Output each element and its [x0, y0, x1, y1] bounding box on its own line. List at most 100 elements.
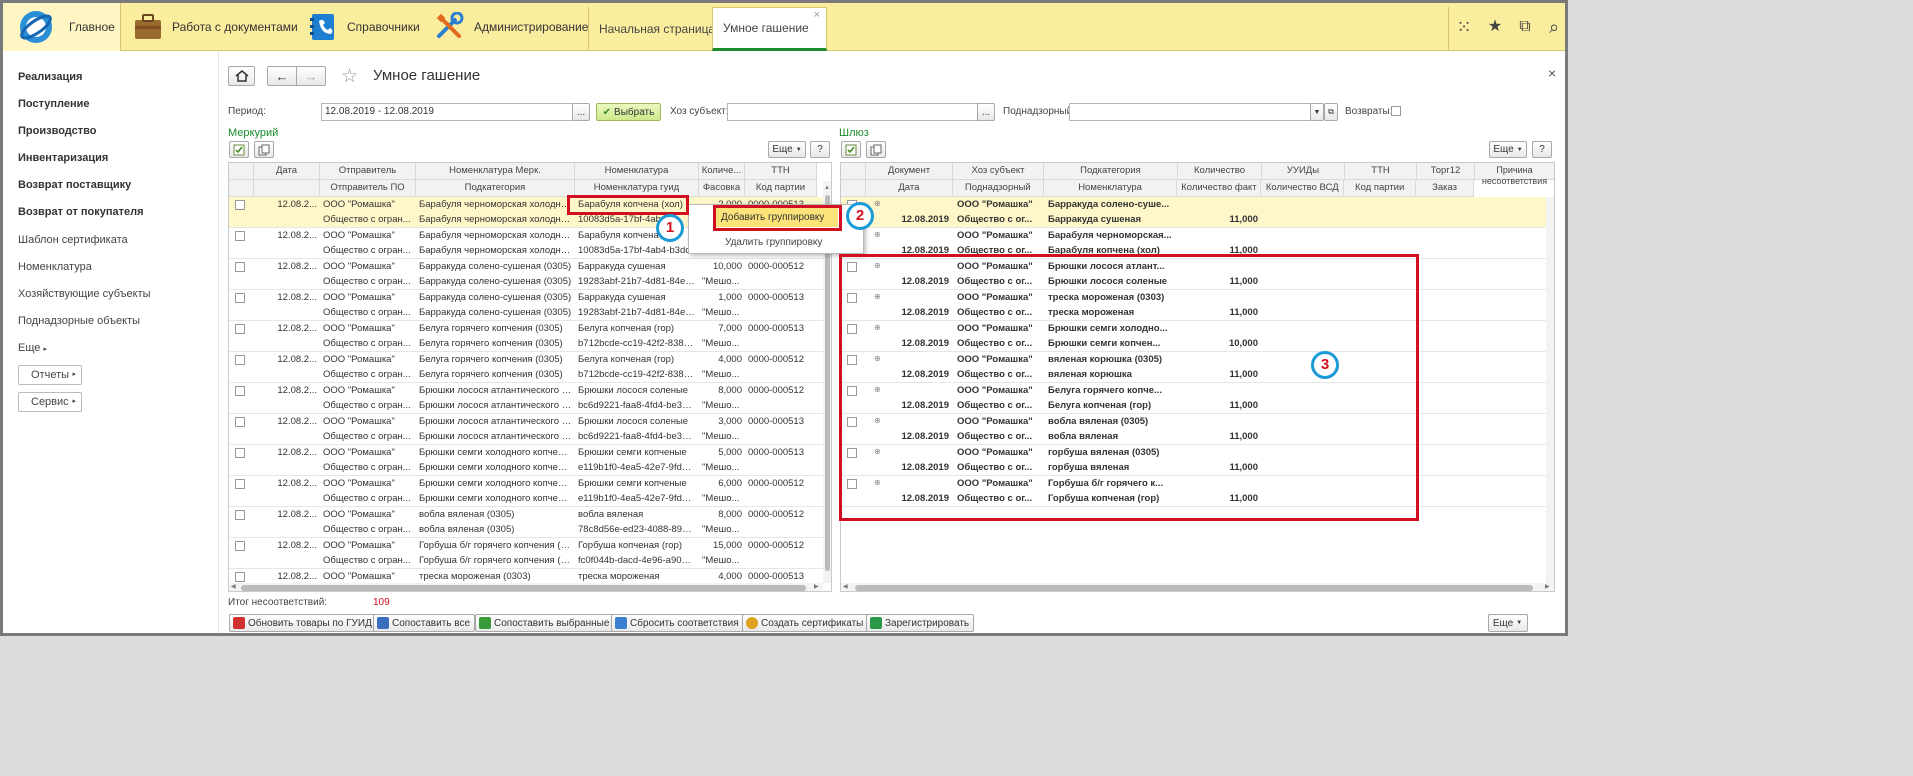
mercury-more-button[interactable]: Еще ▼: [768, 141, 806, 158]
select-button[interactable]: ✔ Выбрать: [596, 103, 661, 121]
row-checkbox[interactable]: [235, 262, 245, 272]
tab-home-page[interactable]: Начальная страница: [588, 7, 725, 51]
section-documents[interactable]: Работа с документами: [133, 3, 298, 51]
mercury-help-button[interactable]: ?: [810, 141, 830, 158]
table-row[interactable]: 12.08.2... ООО "Ромашка" Брюшки лосося атл…: [229, 383, 823, 414]
sidebar-item-nomenclature[interactable]: Номенклатура: [18, 261, 92, 273]
match-all-button[interactable]: Сопоставить все: [373, 614, 476, 632]
footer-more-button[interactable]: Еще ▼: [1488, 614, 1528, 632]
cell-date: 12.08.2...: [277, 323, 317, 334]
register-button[interactable]: Зарегистрировать: [866, 614, 975, 632]
row-checkbox[interactable]: [235, 355, 245, 365]
supervised-open-button[interactable]: ⧉: [1324, 103, 1338, 121]
table-row[interactable]: 12.08.2... ООО "Ромашка" Барракуда солено-…: [229, 259, 823, 290]
gateway-more-button[interactable]: Еще ▼: [1489, 141, 1527, 158]
row-checkbox[interactable]: [235, 324, 245, 334]
period-select-button[interactable]: ...: [572, 103, 590, 121]
table-row[interactable]: 12.08.2... ООО "Ромашка" Белуга горячего к…: [229, 321, 823, 352]
reset-matches-button[interactable]: Сбросить соответствия: [611, 614, 744, 632]
tab-smart-redemption[interactable]: Умное гашение ×: [712, 7, 827, 51]
row-checkbox[interactable]: [235, 479, 245, 489]
table-row[interactable]: 12.08.2... ООО "Ромашка" Белуга горячего к…: [229, 352, 823, 383]
cell-guid: b712bcde-cc19-42f2-8381-...: [578, 369, 696, 380]
section-references[interactable]: Справочники: [308, 3, 420, 51]
table-row[interactable]: 12.08.2... ООО "Ромашка" Барракуда солено-…: [229, 290, 823, 321]
cell-sender_po: Общество с огран...: [323, 276, 411, 287]
home-button[interactable]: [228, 66, 255, 86]
returns-checkbox[interactable]: [1391, 106, 1401, 116]
subject-input[interactable]: [727, 103, 978, 121]
table-row[interactable]: 12.08.2... ООО "Ромашка" Горбуша б/г горяч…: [229, 538, 823, 569]
row-checkbox[interactable]: [235, 448, 245, 458]
mercury-copy-button[interactable]: [254, 141, 274, 158]
table-row[interactable]: 12.08.2... ООО "Ромашка" Брюшки лосося атл…: [229, 414, 823, 445]
create-certificates-label: Создать сертификаты: [761, 617, 864, 629]
table-row[interactable]: 12.08.2... ООО "Ромашка" Брюшки семги холо…: [229, 476, 823, 507]
chevron-down-icon: ▼: [1516, 620, 1523, 626]
tab-close-icon[interactable]: ×: [814, 9, 820, 21]
gateway-hscroll-thumb[interactable]: [855, 585, 1533, 591]
sidebar-item-inventory[interactable]: Инвентаризация: [18, 152, 108, 164]
menu-item-remove-grouping[interactable]: Удалить группировку: [725, 237, 822, 248]
match-selected-button[interactable]: Сопоставить выбранные: [475, 614, 615, 632]
favorite-star-icon[interactable]: ☆: [341, 65, 358, 88]
sidebar-item-more[interactable]: Еще ▸: [18, 342, 47, 354]
apps-grid-icon[interactable]: ⁙: [1455, 18, 1473, 36]
sidebar-item-return-supplier[interactable]: Возврат поставщику: [18, 179, 131, 191]
sidebar-item-production[interactable]: Производство: [18, 125, 96, 137]
subject-select-button[interactable]: ...: [977, 103, 995, 121]
service-button[interactable]: Сервис ▸: [18, 392, 82, 412]
search-icon[interactable]: ⌕: [1545, 18, 1563, 36]
mercury-hscroll[interactable]: ◀ ▶: [229, 583, 823, 591]
row-checkbox[interactable]: [235, 541, 245, 551]
close-form-icon[interactable]: ×: [1548, 65, 1556, 81]
table-row[interactable]: 12.08.2... ООО "Ромашка" вобла вяленая (03…: [229, 507, 823, 538]
row-checkbox[interactable]: [235, 510, 245, 520]
table-row[interactable]: 12.08.2... ООО "Ромашка" Брюшки семги холо…: [229, 445, 823, 476]
gateway-copy-button[interactable]: [866, 141, 886, 158]
sidebar-item-supervised-objects[interactable]: Поднадзорные объекты: [18, 315, 140, 327]
favorites-star-icon[interactable]: ★: [1486, 18, 1504, 36]
section-main[interactable]: Главное: [3, 3, 121, 51]
chevron-down-icon: ▼: [795, 146, 802, 153]
cell-sender_po: Общество с огран...: [323, 493, 411, 504]
sidebar-item-receipts[interactable]: Поступление: [18, 98, 90, 110]
mercury-check-all-button[interactable]: [229, 141, 249, 158]
sidebar-item-certificate-template[interactable]: Шаблон сертификата: [18, 234, 128, 246]
section-administration[interactable]: Администрирование: [435, 3, 588, 51]
forward-button[interactable]: →: [296, 66, 326, 86]
row-checkbox[interactable]: [235, 293, 245, 303]
sidebar-item-business-entities[interactable]: Хозяйствующие субъекты: [18, 288, 151, 300]
row-checkbox[interactable]: [235, 200, 245, 210]
supervised-input[interactable]: [1069, 103, 1311, 121]
row-checkbox[interactable]: [235, 231, 245, 241]
mercury-header-row-1: Дата Отправитель Номенклатура Мерк. Номе…: [229, 163, 817, 180]
back-button[interactable]: ←: [267, 66, 297, 86]
row-checkbox[interactable]: [235, 417, 245, 427]
mercury-hscroll-thumb[interactable]: [241, 585, 806, 591]
table-row[interactable]: ⊕ ООО "Ромашка" Барракуда солено-суше... 12…: [841, 197, 1546, 228]
col-check: [229, 163, 254, 179]
supervised-dropdown-button[interactable]: ▼: [1310, 103, 1324, 121]
table-row[interactable]: 12.08.2... ООО "Ромашка" треска мороженая …: [229, 569, 823, 582]
gateway-check-all-button[interactable]: [841, 141, 861, 158]
expand-row-icon[interactable]: ⊕: [874, 228, 881, 242]
create-certificates-button[interactable]: Создать сертификаты: [742, 614, 869, 632]
sidebar-item-return-customer[interactable]: Возврат от покупателя: [18, 206, 144, 218]
row-checkbox[interactable]: [235, 572, 245, 582]
gateway-vscroll[interactable]: [1546, 197, 1554, 583]
expand-row-icon[interactable]: ⊕: [874, 197, 881, 211]
period-input[interactable]: 12.08.2019 - 12.08.2019: [321, 103, 573, 121]
cell-sender: ООО "Ромашка": [323, 416, 395, 427]
refresh-by-guid-button[interactable]: Обновить товары по ГУИД: [229, 614, 377, 632]
cell-ttn: 0000-000512: [748, 478, 804, 489]
reports-button[interactable]: Отчеты ▸: [18, 365, 82, 385]
gateway-hscroll[interactable]: ◀ ▶: [841, 583, 1554, 591]
cell-qty: 5,000: [718, 447, 742, 458]
cell-sender_po: Общество с огран...: [323, 338, 411, 349]
sidebar-item-sales[interactable]: Реализация: [18, 71, 82, 83]
gateway-help-button[interactable]: ?: [1532, 141, 1552, 158]
history-icon[interactable]: ⧉: [1516, 18, 1534, 36]
mercury-header-row-2: Отправитель ПО Подкатегория Номенклатура…: [229, 180, 817, 197]
row-checkbox[interactable]: [235, 386, 245, 396]
